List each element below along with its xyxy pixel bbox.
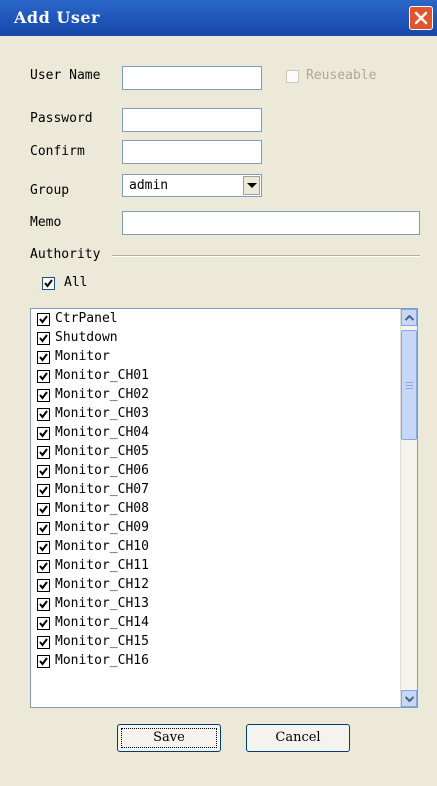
checkmark-icon [39, 581, 48, 590]
scroll-down-button[interactable] [401, 690, 417, 707]
authority-divider [112, 255, 420, 257]
scroll-thumb[interactable] [401, 330, 417, 440]
reuseable-checkbox[interactable] [286, 70, 299, 83]
checkmark-icon [39, 619, 48, 628]
chevron-up-icon [405, 315, 414, 321]
checkmark-icon [39, 467, 48, 476]
checkmark-icon [39, 334, 48, 343]
item-checkbox[interactable] [37, 332, 50, 345]
item-checkbox[interactable] [37, 370, 50, 383]
item-checkbox[interactable] [37, 351, 50, 364]
checkmark-icon [39, 524, 48, 533]
checkmark-icon [39, 657, 48, 666]
checkmark-icon [39, 562, 48, 571]
item-label: Monitor_CH09 [55, 520, 149, 535]
chevron-down-icon [247, 183, 257, 188]
group-dropdown-button[interactable] [243, 176, 260, 195]
authority-label: Authority [30, 247, 101, 262]
item-label: Monitor_CH12 [55, 577, 149, 592]
item-checkbox[interactable] [37, 427, 50, 440]
checkmark-icon [39, 429, 48, 438]
item-label: Monitor_CH10 [55, 539, 149, 554]
checkmark-icon [39, 638, 48, 647]
password-field[interactable] [122, 108, 262, 132]
item-label: Monitor_CH07 [55, 482, 149, 497]
group-select[interactable]: admin [122, 174, 262, 197]
checkmark-icon [39, 315, 48, 324]
chevron-down-icon [405, 696, 414, 702]
item-label: Monitor_CH03 [55, 406, 149, 421]
item-checkbox[interactable] [37, 313, 50, 326]
checkmark-icon [39, 600, 48, 609]
checkmark-icon [44, 279, 53, 288]
group-select-value: admin [129, 178, 169, 193]
user-name-field[interactable] [122, 66, 262, 90]
checkmark-icon [39, 543, 48, 552]
item-checkbox[interactable] [37, 598, 50, 611]
memo-field[interactable] [122, 211, 420, 235]
item-label: Monitor_CH02 [55, 387, 149, 402]
item-checkbox[interactable] [37, 408, 50, 421]
cancel-button[interactable]: Cancel [246, 724, 350, 752]
password-label: Password [30, 111, 93, 126]
memo-label: Memo [30, 215, 62, 230]
checkmark-icon [39, 410, 48, 419]
checkmark-icon [39, 353, 48, 362]
scrollbar[interactable] [400, 309, 417, 707]
item-label: Monitor [55, 349, 110, 364]
item-checkbox[interactable] [37, 560, 50, 573]
item-checkbox[interactable] [37, 503, 50, 516]
item-checkbox[interactable] [37, 484, 50, 497]
item-label: Monitor_CH11 [55, 558, 149, 573]
all-label: All [64, 275, 88, 290]
item-checkbox[interactable] [37, 522, 50, 535]
reuseable-label: Reuseable [306, 68, 377, 83]
confirm-field[interactable] [122, 140, 262, 164]
user-name-label: User Name [30, 68, 101, 83]
save-button[interactable]: Save [117, 724, 221, 752]
all-checkbox[interactable] [42, 277, 55, 290]
item-label: CtrPanel [55, 311, 118, 326]
checkmark-icon [39, 448, 48, 457]
item-label: Monitor_CH04 [55, 425, 149, 440]
window-title: Add User [14, 8, 100, 27]
item-label: Monitor_CH14 [55, 615, 149, 630]
checkmark-icon [39, 486, 48, 495]
checkmark-icon [39, 391, 48, 400]
checkmark-icon [39, 505, 48, 514]
item-checkbox[interactable] [37, 617, 50, 630]
item-checkbox[interactable] [37, 636, 50, 649]
close-button[interactable] [409, 6, 433, 30]
confirm-label: Confirm [30, 144, 85, 159]
add-user-dialog: Add User User Name Reuseable Password Co… [0, 0, 437, 786]
authority-list[interactable]: CtrPanel Shutdown Monitor Monitor_CH01 Monit… [30, 308, 418, 708]
checkmark-icon [39, 372, 48, 381]
item-label: Monitor_CH16 [55, 653, 149, 668]
item-checkbox[interactable] [37, 541, 50, 554]
item-checkbox[interactable] [37, 655, 50, 668]
item-label: Monitor_CH05 [55, 444, 149, 459]
item-label: Monitor_CH01 [55, 368, 149, 383]
item-checkbox[interactable] [37, 389, 50, 402]
item-checkbox[interactable] [37, 465, 50, 478]
group-label: Group [30, 183, 70, 198]
title-bar[interactable]: Add User [0, 0, 437, 36]
item-checkbox[interactable] [37, 446, 50, 459]
item-label: Monitor_CH06 [55, 463, 149, 478]
item-label: Monitor_CH08 [55, 501, 149, 516]
item-label: Monitor_CH13 [55, 596, 149, 611]
item-checkbox[interactable] [37, 579, 50, 592]
item-label: Shutdown [55, 330, 118, 345]
close-icon [414, 11, 428, 25]
scroll-up-button[interactable] [401, 309, 417, 326]
item-label: Monitor_CH15 [55, 634, 149, 649]
